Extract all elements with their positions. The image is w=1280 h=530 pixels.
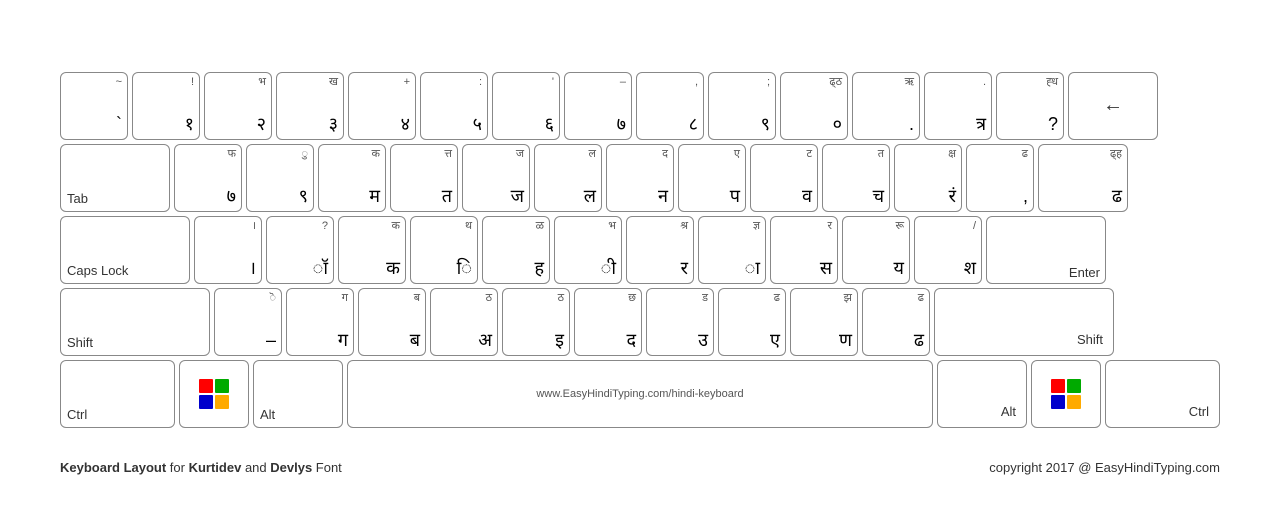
key-h[interactable]: भ ी — [554, 216, 622, 284]
alt-left-key[interactable]: Alt — [253, 360, 343, 428]
key-r[interactable]: त्त त — [390, 144, 458, 212]
key-5[interactable]: : ५ — [420, 72, 488, 140]
row-3: Caps Lock । । ? ॉ क क थ ि ळ ह भ ी श्र र — [60, 216, 1220, 284]
key-l[interactable]: र स — [770, 216, 838, 284]
space-key[interactable]: www.EasyHindiTyping.com/hindi-keyboard — [347, 360, 933, 428]
key-t[interactable]: ज ज — [462, 144, 530, 212]
key-q[interactable]: फ ७ — [174, 144, 242, 212]
key-d[interactable]: क क — [338, 216, 406, 284]
key-c[interactable]: ब ब — [358, 288, 426, 356]
caps-lock-key[interactable]: Caps Lock — [60, 216, 190, 284]
key-bracket-l[interactable]: क्ष रं — [894, 144, 962, 212]
key-v[interactable]: ठ अ — [430, 288, 498, 356]
key-j[interactable]: श्र र — [626, 216, 694, 284]
key-f[interactable]: थ ि — [410, 216, 478, 284]
shift-right-key[interactable]: Shift — [934, 288, 1114, 356]
row-4: Shift ॆ – ग ग ब ब ठ अ ठ इ छ द ड उ — [60, 288, 1220, 356]
key-6[interactable]: ' ६ — [492, 72, 560, 140]
row-5: Ctrl Alt www.EasyHindiTyping.com/hindi-k… — [60, 360, 1220, 428]
row-2: Tab फ ७ ु ९ क म त्त त ज ज ल ल द न — [60, 144, 1220, 212]
key-i[interactable]: ए प — [678, 144, 746, 212]
key-s[interactable]: ? ॉ — [266, 216, 334, 284]
ctrl-right-key[interactable]: Ctrl — [1105, 360, 1220, 428]
key-o[interactable]: ट व — [750, 144, 818, 212]
key-4[interactable]: + ४ — [348, 72, 416, 140]
key-7[interactable]: – ७ — [564, 72, 632, 140]
key-minus[interactable]: ऋ . — [852, 72, 920, 140]
tab-key[interactable]: Tab — [60, 144, 170, 212]
key-b[interactable]: ठ इ — [502, 288, 570, 356]
key-0[interactable]: ढ्ठ ० — [780, 72, 848, 140]
key-bracket-r[interactable]: ढ , — [966, 144, 1034, 212]
key-x[interactable]: ग ग — [286, 288, 354, 356]
backspace-key[interactable]: ← — [1068, 72, 1158, 140]
key-a[interactable]: । । — [194, 216, 262, 284]
footer: Keyboard Layout for Kurtidev and Devlys … — [0, 456, 1280, 479]
key-3[interactable]: ख ३ — [276, 72, 344, 140]
key-u[interactable]: द न — [606, 144, 674, 212]
key-g[interactable]: ळ ह — [482, 216, 550, 284]
shift-left-key[interactable]: Shift — [60, 288, 210, 356]
key-k[interactable]: ज्ञ ा — [698, 216, 766, 284]
win-left-key[interactable] — [179, 360, 249, 428]
row-1: ~ ` ! १ भ २ ख ३ + ४ : ५ ' ६ – ७ — [60, 72, 1220, 140]
space-url-text: www.EasyHindiTyping.com/hindi-keyboard — [536, 388, 743, 400]
key-comma[interactable]: ढ ए — [718, 288, 786, 356]
key-slash[interactable]: ढ ढ — [862, 288, 930, 356]
key-w[interactable]: ु ९ — [246, 144, 314, 212]
windows-icon-left — [199, 379, 229, 409]
key-period[interactable]: झ ण — [790, 288, 858, 356]
keyboard-wrapper: ~ ` ! १ भ २ ख ३ + ४ : ५ ' ६ – ७ — [0, 52, 1280, 452]
alt-right-key[interactable]: Alt — [937, 360, 1027, 428]
key-9[interactable]: ; ९ — [708, 72, 776, 140]
enter-key[interactable]: Enter — [986, 216, 1106, 284]
key-semicolon[interactable]: रू य — [842, 216, 910, 284]
key-e[interactable]: क म — [318, 144, 386, 212]
footer-left-text: Keyboard Layout for Kurtidev and Devlys … — [60, 460, 342, 475]
key-z[interactable]: ॆ – — [214, 288, 282, 356]
key-n[interactable]: छ द — [574, 288, 642, 356]
windows-icon-right — [1051, 379, 1081, 409]
key-backslash[interactable]: ढ्ह ढ — [1038, 144, 1128, 212]
key-8[interactable]: , ८ — [636, 72, 704, 140]
key-y[interactable]: ल ल — [534, 144, 602, 212]
key-quote[interactable]: / श — [914, 216, 982, 284]
key-m[interactable]: ड उ — [646, 288, 714, 356]
footer-right-text: copyright 2017 @ EasyHindiTyping.com — [989, 460, 1220, 475]
key-bracket[interactable]: ह्ध ? — [996, 72, 1064, 140]
key-1[interactable]: ! १ — [132, 72, 200, 140]
key-equal[interactable]: . त्र — [924, 72, 992, 140]
win-right-key[interactable] — [1031, 360, 1101, 428]
key-p[interactable]: त च — [822, 144, 890, 212]
key-tilde[interactable]: ~ ` — [60, 72, 128, 140]
key-2[interactable]: भ २ — [204, 72, 272, 140]
ctrl-left-key[interactable]: Ctrl — [60, 360, 175, 428]
